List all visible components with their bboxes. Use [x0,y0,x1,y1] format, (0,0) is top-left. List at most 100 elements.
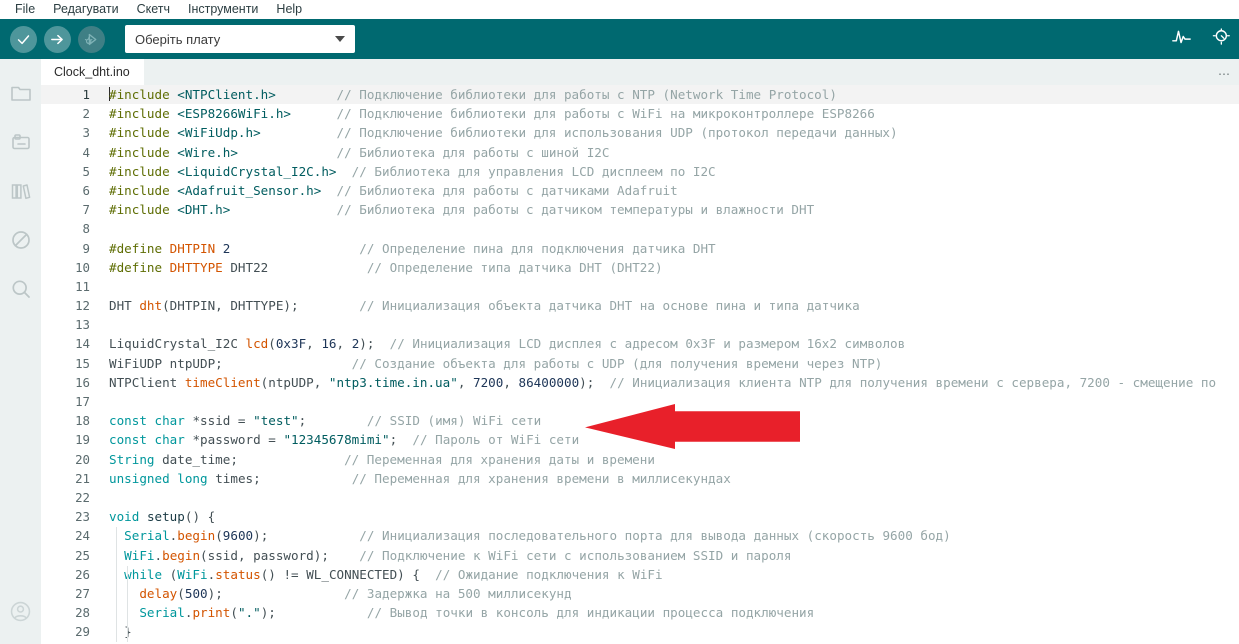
code-line-text: #include <NTPClient.h> // Подключение би… [109,85,837,104]
code-token-func: begin [162,547,201,563]
menu-help[interactable]: Help [267,0,311,19]
sidebar-item-boards-manager[interactable] [0,120,41,169]
tab-clock-dht-ino[interactable]: Clock_dht.ino [41,59,144,85]
code-token-plain: LiquidCrystal_I2C [109,336,246,352]
code-line[interactable]: 21 unsigned long times; // Переменная для… [41,469,1239,488]
code-token-key: while [124,566,163,582]
code-token-obj: Serial [124,528,170,544]
search-icon [9,277,33,306]
code-line[interactable]: 27 delay(500); // Задержка на 500 миллис… [41,584,1239,603]
code-line[interactable]: 1 #include <NTPClient.h> // Подключение б… [41,85,1239,105]
code-line[interactable]: 3 #include <WiFiUdp.h> // Подключение биб… [41,123,1239,142]
line-number: 17 [75,394,90,409]
code-line[interactable]: 10 #define DHTTYPE DHT22 // Определение т… [41,258,1239,277]
code-line[interactable]: 4 #include <Wire.h> // Библиотека для раб… [41,143,1239,162]
code-line[interactable]: 20 String date_time; // Переменная для хр… [41,450,1239,469]
code-line[interactable]: 28 Serial.print("."); // Вывод точки в к… [41,603,1239,622]
gutter-spacer [99,507,109,526]
code-line[interactable]: 25 WiFi.begin(ssid, password); // Подклю… [41,546,1239,565]
gutter-spacer [99,392,109,411]
code-token-com: // Библиотека для работы с шиной I2C [336,144,610,160]
code-line[interactable]: 7 #include <DHT.h> // Библиотека для рабо… [41,200,1239,219]
activity-sidebar [0,59,41,644]
code-line[interactable]: 14 LiquidCrystal_I2C lcd(0x3F, 16, 2); //… [41,334,1239,353]
sidebar-item-library-manager[interactable] [0,169,41,218]
gutter-spacer [99,354,109,373]
line-number: 12 [75,298,90,314]
code-line[interactable]: 12 DHT dht(DHTPIN, DHTTYPE); // Инициализ… [41,296,1239,315]
sidebar-item-search[interactable] [0,267,41,316]
code-line[interactable]: 8 [41,219,1239,238]
menu-sketch[interactable]: Скетч [128,0,179,19]
upload-button[interactable] [44,25,71,53]
code-line[interactable]: 23 void setup() { [41,507,1239,526]
main-toolbar: Оберіть плату [0,19,1239,59]
code-line[interactable]: 15 WiFiUDP ntpUDP; // Создание объекта дл… [41,354,1239,373]
chevron-down-icon [335,36,345,42]
line-number: 19 [75,432,90,448]
verify-button[interactable] [10,25,37,53]
debug-button[interactable] [78,25,105,53]
code-token-com: // Библиотека для работы с датчиками Ada… [336,182,678,198]
sidebar-item-debug[interactable] [0,218,41,267]
code-token-key: char [154,432,185,448]
gutter-spacer [99,565,109,584]
menu-edit[interactable]: Редагувати [44,0,127,19]
board-manager-icon [9,130,33,159]
code-line[interactable]: 17 [41,392,1239,411]
code-line[interactable]: 26 while (WiFi.status() != WL_CONNECTED)… [41,565,1239,584]
board-selector[interactable]: Оберіть плату [125,25,355,53]
code-token-num: 86400000 [518,374,580,390]
serial-plotter-button[interactable] [1171,27,1192,51]
code-line-text: const char *ssid = "test"; // SSID (имя)… [109,411,541,430]
sidebar-item-account[interactable] [0,589,41,638]
code-line[interactable]: 22 [41,488,1239,507]
code-line[interactable]: 13 [41,315,1239,334]
code-line[interactable]: 6 #include <Adafruit_Sensor.h> // Библиот… [41,181,1239,200]
sidebar-item-sketchbook[interactable] [0,71,41,120]
line-number: 25 [75,547,90,563]
code-token-plain: *ssid = [184,413,254,429]
code-line-text: Serial.print("."); // Вывод точки в конс… [109,603,814,622]
code-line[interactable]: 16 NTPClient timeClient(ntpUDP, "ntp3.tim… [41,373,1239,392]
code-token-func: timeClient [184,374,261,390]
code-line[interactable]: 19 const char *password = "12345678mimi";… [41,430,1239,449]
code-token-plain: ); [253,528,269,544]
code-line[interactable]: 24 Serial.begin(9600); // Инициализация … [41,526,1239,545]
menu-tools[interactable]: Інструменти [179,0,267,19]
line-number: 13 [75,317,90,333]
toolbar-action-buttons [10,25,105,53]
code-token-key: void [109,509,140,525]
code-token-plain: (ntpUDP, [260,374,329,390]
line-number: 1 [82,87,90,102]
code-token-pre: #include [109,182,170,198]
code-token-name: setup [146,509,185,525]
code-line[interactable]: 5 #include <LiquidCrystal_I2C.h> // Библи… [41,162,1239,181]
code-token-func: begin [177,528,216,544]
code-line[interactable]: 2 #include <ESP8266WiFi.h> // Подключение… [41,104,1239,123]
code-line[interactable]: 11 [41,277,1239,296]
code-line[interactable]: 29 } [41,622,1239,641]
serial-monitor-button[interactable] [1210,27,1231,52]
code-token-plain: () { [184,509,216,525]
code-editor[interactable]: 1 #include <NTPClient.h> // Подключение б… [41,85,1239,644]
line-number: 28 [75,605,90,621]
code-line[interactable]: 18 const char *ssid = "test"; // SSID (им… [41,411,1239,430]
code-token-str: <WiFiUdp.h> [177,125,261,141]
gutter-spacer [99,219,109,238]
code-line[interactable]: 9 #define DHTPIN 2 // Определение пина дл… [41,239,1239,258]
tab-more-options-icon[interactable]: ⋯ [1218,68,1231,80]
code-token-str: <ESP8266WiFi.h> [177,106,291,122]
code-line-text: String date_time; // Переменная для хран… [109,450,655,469]
menu-file[interactable]: File [6,0,44,19]
